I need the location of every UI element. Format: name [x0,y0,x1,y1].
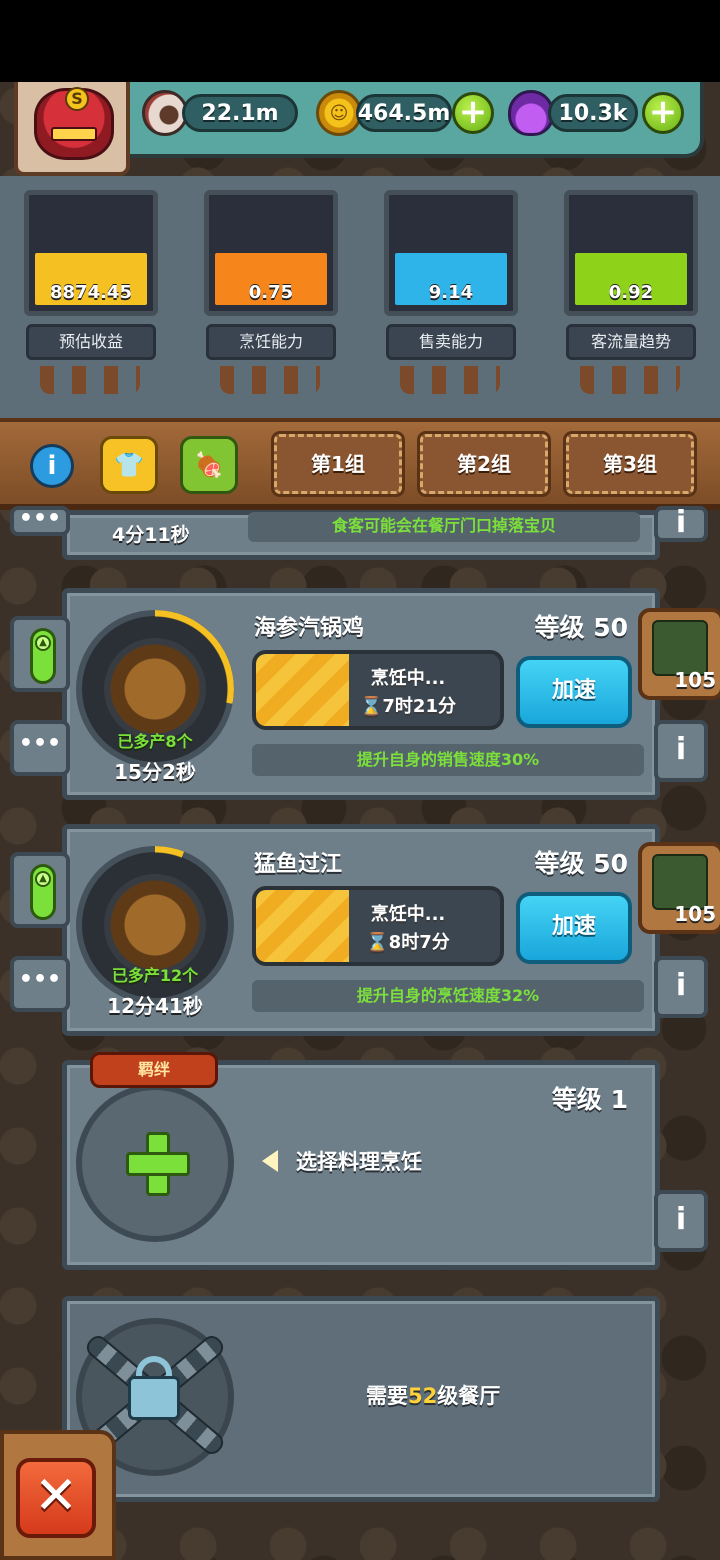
speed-up-button[interactable]: 加速 [516,892,632,964]
eyes-counter: 22.1m [182,94,298,132]
unlock-prefix: 需要 [366,1384,408,1408]
bond-tag: 羁绊 [90,1052,218,1088]
cook-status: 烹饪中... [370,668,446,689]
player-avatar[interactable]: S [14,82,130,176]
potions-counter: 10.3k [548,94,638,132]
time-remaining: ⌛8时7分 [366,932,450,953]
dish-name: 海参汽锅鸡 [254,616,365,641]
fish-platter-icon [104,874,206,976]
more-options-button[interactable]: ••• [10,506,70,536]
bonus-text: 提升自身的烹饪速度32% [252,980,644,1012]
up-arrow-icon: ▲ [35,635,51,651]
stat-label: 烹饪能力 [206,324,336,360]
hooks-decoration [220,366,320,394]
produced-count: 已多产8个 [117,732,193,751]
dish-name: 猛鱼过江 [254,852,343,877]
stat-label: 售卖能力 [386,324,516,360]
stat-value: 8874.45 [50,282,132,303]
slot-level: 等级 1 [551,1085,628,1114]
stat-label: 客流量趋势 [566,324,696,360]
dish-level: 等级 50 [534,613,629,642]
cook-progress-bar: 烹饪中... ⌛7时21分 [252,650,504,730]
produced-count: 已多产12个 [111,966,199,985]
auto-toggle[interactable]: ▲ [10,616,70,692]
timer-text: 15分2秒 [114,760,196,784]
plus-icon[interactable] [126,1132,190,1196]
info-button[interactable]: i [654,720,708,782]
info-button[interactable]: i [654,956,708,1018]
timer-text: 12分41秒 [107,994,203,1018]
dish-level: 等级 50 [534,849,629,878]
tab-group-2[interactable]: 第2组 [417,431,551,497]
select-dish-prompt[interactable]: 选择料理烹饪 [296,1146,422,1176]
auto-toggle[interactable]: ▲ [10,852,70,928]
meat-icon[interactable]: 🍖 [180,436,238,494]
teeth-icon [51,127,97,141]
stat-cooking-ability: 0.75 烹饪能力 [196,180,346,394]
status-bar-area [0,0,720,82]
stat-selling-ability: 9.14 售卖能力 [376,180,526,394]
stat-value: 0.92 [608,282,654,303]
info-button[interactable]: i [654,506,708,542]
stat-value: 0.75 [248,282,294,303]
reward-item[interactable]: 105 [638,608,720,700]
more-options-button[interactable]: ••• [10,956,70,1012]
info-icon[interactable]: i [30,444,74,488]
tab-group-3[interactable]: 第3组 [563,431,697,497]
reward-count: 105 [674,668,716,692]
monster-face-icon: S [34,87,114,160]
add-potions-button[interactable]: + [642,92,684,134]
hooks-decoration [580,366,680,394]
stat-estimated-income: 8874.45 预估收益 [16,180,166,394]
speed-up-button[interactable]: 加速 [516,656,632,728]
coins-counter: 464.5m [356,94,452,132]
more-options-button[interactable]: ••• [10,720,70,776]
up-arrow-icon: ▲ [35,871,51,887]
hooks-decoration [40,366,140,394]
cook-progress-bar: 烹饪中... ⌛8时7分 [252,886,504,966]
time-remaining: ⌛7时21分 [360,696,456,717]
tab-group-1[interactable]: 第1组 [271,431,405,497]
padlock-icon [128,1376,180,1420]
unlock-requirement: 需要52级餐厅 [366,1380,500,1410]
unlock-suffix: 级餐厅 [437,1384,501,1408]
reward-item[interactable]: 105 [638,842,720,934]
stat-traffic-trend: 0.92 客流量趋势 [556,180,706,394]
shirt-icon[interactable]: 👕 [100,436,158,494]
cook-status: 烹饪中... [370,904,446,925]
timer-text: 4分11秒 [112,524,190,546]
rank-badge: S [65,87,89,111]
reward-count: 105 [674,902,716,926]
bonus-text: 食客可能会在餐厅门口掉落宝贝 [248,512,640,542]
add-coins-button[interactable]: + [452,92,494,134]
stat-label: 预估收益 [26,324,156,360]
bonus-text: 提升自身的销售速度30% [252,744,644,776]
info-button[interactable]: i [654,1190,708,1252]
close-button[interactable]: ✕ [16,1458,96,1538]
chicken-pot-icon [104,638,206,740]
arrow-left-icon [262,1150,278,1172]
unlock-level: 52 [408,1384,438,1408]
hooks-decoration [400,366,500,394]
stat-value: 9.14 [428,282,474,303]
